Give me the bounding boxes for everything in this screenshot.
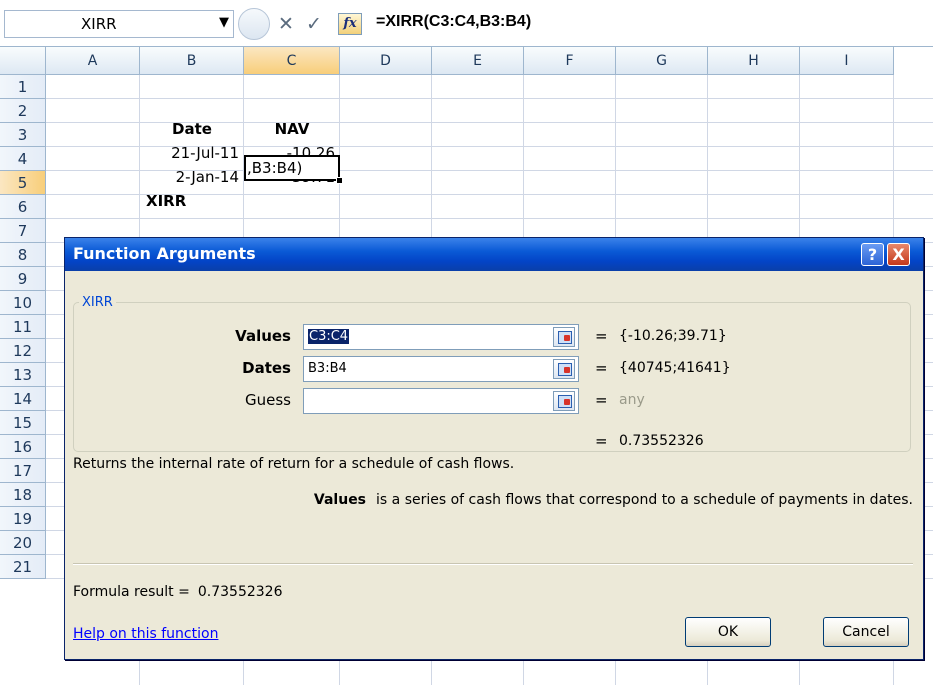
cancel-button[interactable]: Cancel	[823, 617, 909, 647]
row-header-15[interactable]: 15	[0, 411, 46, 435]
guess-equals: =	[595, 391, 608, 409]
values-input-text: C3:C4	[308, 329, 350, 344]
argument-description-name: Values	[313, 492, 367, 508]
fill-handle[interactable]	[336, 177, 343, 184]
column-header-b[interactable]: B	[140, 47, 244, 75]
dates-equals: =	[595, 359, 608, 377]
gridline	[46, 218, 933, 219]
dialog-title: Function Arguments	[73, 244, 256, 263]
column-header-c[interactable]: C	[244, 47, 340, 75]
function-description: Returns the internal rate of return for …	[73, 456, 515, 472]
active-cell-c5[interactable]: ,B3:B4)	[244, 155, 340, 181]
close-icon[interactable]: X	[887, 243, 910, 266]
values-input[interactable]: C3:C4	[303, 324, 579, 350]
enter-icon[interactable]: ✓	[306, 13, 322, 35]
row-header-20[interactable]: 20	[0, 531, 46, 555]
button-ring	[238, 8, 270, 40]
argument-description: Values is a series of cash flows that cor…	[314, 492, 913, 508]
cancel-icon[interactable]: ✕	[278, 13, 294, 35]
cell-c2[interactable]: NAV	[244, 117, 340, 141]
row-header-19[interactable]: 19	[0, 507, 46, 531]
insert-function-icon[interactable]: fx	[338, 13, 362, 35]
row-header-2[interactable]: 2	[0, 99, 46, 123]
guess-input[interactable]	[303, 388, 579, 414]
row-header-16[interactable]: 16	[0, 435, 46, 459]
separator	[73, 563, 913, 565]
column-header-e[interactable]: E	[432, 47, 524, 75]
select-all-corner[interactable]	[0, 47, 46, 75]
row-header-17[interactable]: 17	[0, 459, 46, 483]
column-header-i[interactable]: I	[800, 47, 894, 75]
group-label: XIRR	[79, 295, 116, 310]
formula-result-value: 0.73552326	[197, 584, 283, 600]
dates-collapse-icon[interactable]	[553, 359, 575, 379]
row-header-5[interactable]: 5	[0, 171, 46, 195]
guess-label: Guess	[245, 391, 291, 409]
values-equals: =	[595, 327, 608, 345]
values-label: Values	[235, 327, 291, 345]
ok-button[interactable]: OK	[685, 617, 771, 647]
argument-description-text: is a series of cash flows that correspon…	[376, 492, 913, 508]
row-header-18[interactable]: 18	[0, 483, 46, 507]
column-header-h[interactable]: H	[708, 47, 800, 75]
formula-buttons: ✕ ✓ fx	[238, 8, 366, 40]
name-box-value: XIRR	[81, 15, 117, 33]
values-collapse-icon[interactable]	[553, 327, 575, 347]
function-arguments-dialog: Function Arguments ? X XIRR Values C3:C4…	[64, 237, 924, 660]
help-icon[interactable]: ?	[861, 243, 884, 266]
row-header-10[interactable]: 10	[0, 291, 46, 315]
name-box[interactable]: XIRR ▼	[4, 10, 234, 38]
cell-b5[interactable]: XIRR	[146, 189, 244, 213]
row-header-1[interactable]: 1	[0, 75, 46, 99]
dates-label: Dates	[242, 359, 291, 377]
formula-result: Formula result = 0.73552326	[73, 584, 282, 600]
row-header-7[interactable]: 7	[0, 219, 46, 243]
cell-b2[interactable]: Date	[140, 117, 244, 141]
guess-result: any	[619, 392, 645, 408]
row-header-8[interactable]: 8	[0, 243, 46, 267]
column-header-g[interactable]: G	[616, 47, 708, 75]
row-header-4[interactable]: 4	[0, 147, 46, 171]
cell-b3[interactable]: 21-Jul-11	[140, 141, 244, 165]
formula-result-label: Formula result =	[73, 584, 190, 600]
row-header-9[interactable]: 9	[0, 267, 46, 291]
dates-result: {40745;41641}	[619, 360, 731, 376]
cell-b4[interactable]: 2-Jan-14	[140, 165, 244, 189]
column-header-f[interactable]: F	[524, 47, 616, 75]
dropdown-arrow-icon[interactable]: ▼	[219, 15, 229, 30]
gridline	[46, 98, 933, 99]
row-header-12[interactable]: 12	[0, 339, 46, 363]
help-link[interactable]: Help on this function	[73, 626, 218, 642]
active-cell-text: ,B3:B4)	[247, 159, 303, 177]
row-header-13[interactable]: 13	[0, 363, 46, 387]
row-header-3[interactable]: 3	[0, 123, 46, 147]
dates-input[interactable]: B3:B4	[303, 356, 579, 382]
dialog-title-bar[interactable]: Function Arguments ? X	[65, 238, 923, 271]
function-result-value: 0.73552326	[619, 433, 704, 449]
column-header-d[interactable]: D	[340, 47, 432, 75]
row-header-6[interactable]: 6	[0, 195, 46, 219]
function-result-equals: =	[595, 432, 608, 450]
formula-input[interactable]: =XIRR(C3:C4,B3:B4)	[376, 13, 531, 31]
row-header-14[interactable]: 14	[0, 387, 46, 411]
values-result: {-10.26;39.71}	[619, 328, 727, 344]
column-header-a[interactable]: A	[46, 47, 140, 75]
row-header-11[interactable]: 11	[0, 315, 46, 339]
guess-collapse-icon[interactable]	[553, 391, 575, 411]
formula-bar: XIRR ▼ ✕ ✓ fx =XIRR(C3:C4,B3:B4)	[0, 0, 933, 47]
row-header-21[interactable]: 21	[0, 555, 46, 579]
